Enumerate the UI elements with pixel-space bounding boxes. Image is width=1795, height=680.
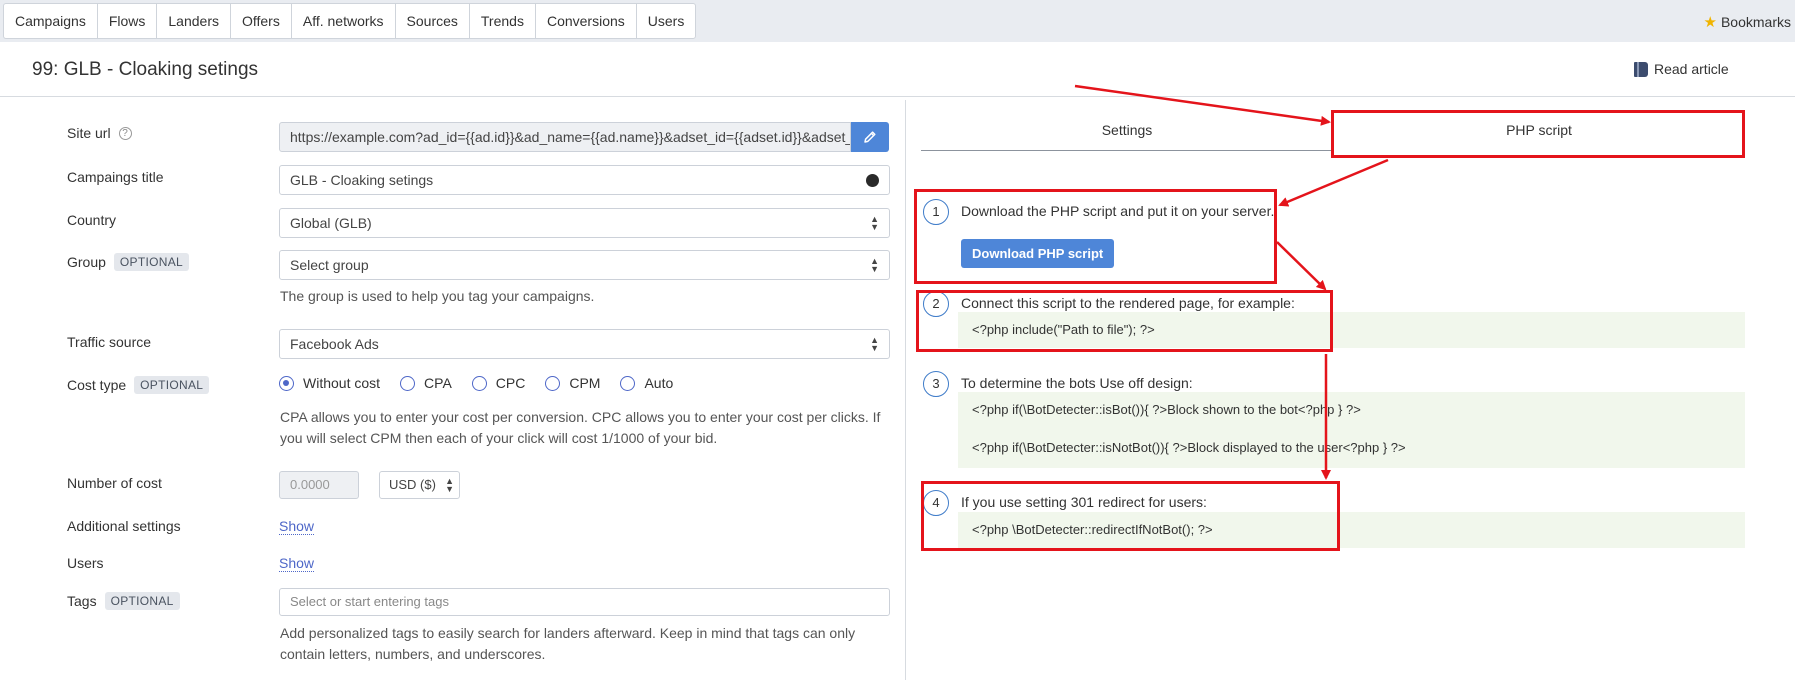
currency-value: USD ($) <box>389 477 436 492</box>
main-nav: Campaigns Flows Landers Offers Aff. netw… <box>3 3 697 39</box>
tags-hint: Add personalized tags to easily search f… <box>280 623 855 665</box>
tags-label-text: Tags <box>67 593 97 609</box>
cost-type-hint-line2: you will select CPM then each of your cl… <box>280 430 718 446</box>
nav-tab-flows[interactable]: Flows <box>96 3 157 39</box>
optional-badge: OPTIONAL <box>113 253 190 271</box>
select-arrows-icon: ▲ ▼ <box>870 214 879 232</box>
radio-label: CPA <box>424 375 452 391</box>
panel-divider <box>905 100 906 680</box>
campaign-title-input[interactable]: GLB - Cloaking setings <box>279 165 890 195</box>
code-line: <?php if(\BotDetecter::isNotBot()){ ?>Bl… <box>972 440 1406 455</box>
bookmarks-label: Bookmarks <box>1720 14 1791 30</box>
radio-cpm[interactable]: CPM <box>545 375 600 391</box>
cost-type-radio-group: Without cost CPA CPC CPM Auto <box>279 375 673 391</box>
radio-icon <box>620 375 636 391</box>
radio-icon <box>545 375 561 391</box>
bookmarks-link[interactable]: ★ Bookmarks <box>1704 13 1791 31</box>
read-article-link[interactable]: Read article <box>1634 61 1729 77</box>
radio-label: Auto <box>644 375 674 391</box>
step-3-text: To determine the bots Use off design: <box>961 375 1193 391</box>
radio-without-cost[interactable]: Without cost <box>279 375 380 391</box>
currency-select[interactable]: USD ($) ▲ ▼ <box>379 471 460 499</box>
country-label: Country <box>67 212 117 228</box>
nav-tab-conversions[interactable]: Conversions <box>534 3 636 39</box>
group-label-text: Group <box>67 254 106 270</box>
code-line: <?php if(\BotDetecter::isBot()){ ?>Block… <box>972 402 1361 417</box>
nav-tab-aff-networks[interactable]: Aff. networks <box>290 3 395 39</box>
radio-cpa[interactable]: CPA <box>400 375 452 391</box>
code-block: <?php if(\BotDetecter::isBot()){ ?>Block… <box>958 392 1745 468</box>
radio-auto[interactable]: Auto <box>620 375 673 391</box>
star-icon: ★ <box>1703 14 1717 31</box>
tags-hint-line2: contain letters, numbers, and underscore… <box>280 646 546 662</box>
help-icon[interactable]: ? <box>118 126 132 140</box>
number-of-cost-input[interactable]: 0.0000 <box>279 471 359 499</box>
page-header: 99: GLB - Cloaking setings Read article <box>0 42 1795 97</box>
traffic-source-select[interactable]: Facebook Ads ▲ ▼ <box>279 329 890 359</box>
page-title: 99: GLB - Cloaking setings <box>32 59 259 80</box>
radio-checked-icon <box>279 375 294 391</box>
nav-tab-offers[interactable]: Offers <box>229 3 291 39</box>
step-number: 3 <box>923 371 949 397</box>
annotation-box-step-4 <box>921 481 1340 551</box>
optional-badge: OPTIONAL <box>134 376 210 394</box>
additional-settings-show-link[interactable]: Show <box>279 518 315 535</box>
number-of-cost-label: Number of cost <box>67 475 162 491</box>
select-arrows-icon: ▲ ▼ <box>445 476 454 494</box>
country-value: Global (GLB) <box>290 215 372 231</box>
radio-label: CPM <box>569 375 601 391</box>
group-label: Group OPTIONAL <box>67 253 190 271</box>
top-navigation-bar: Campaigns Flows Landers Offers Aff. netw… <box>0 0 1795 42</box>
site-url-input[interactable]: https://example.com?ad_id={{ad.id}}&ad_n… <box>279 122 851 152</box>
radio-cpc[interactable]: CPC <box>471 375 526 391</box>
radio-icon <box>471 375 487 391</box>
additional-settings-label: Additional settings <box>67 518 181 534</box>
group-placeholder: Select group <box>290 257 369 273</box>
site-url-label: Site url ? <box>67 125 132 141</box>
campaign-title-value: GLB - Cloaking setings <box>290 172 434 188</box>
traffic-source-label: Traffic source <box>67 334 152 350</box>
users-show-link[interactable]: Show <box>279 555 315 572</box>
read-article-label: Read article <box>1654 61 1729 77</box>
tab-settings[interactable]: Settings <box>921 110 1333 151</box>
select-arrows-icon: ▲ ▼ <box>870 256 879 274</box>
annotation-box-step-2 <box>916 290 1333 352</box>
users-label: Users <box>67 555 104 571</box>
cost-type-hint-line1: CPA allows you to enter your cost per co… <box>280 409 881 425</box>
group-hint: The group is used to help you tag your c… <box>280 288 595 304</box>
nav-tab-landers[interactable]: Landers <box>156 3 230 39</box>
edit-url-button[interactable] <box>851 122 889 152</box>
nav-tab-campaigns[interactable]: Campaigns <box>3 3 97 39</box>
tags-input[interactable]: Select or start entering tags <box>279 588 890 616</box>
campaign-title-label: Campaings title <box>67 169 164 185</box>
pencil-icon <box>864 131 876 143</box>
radio-label: CPC <box>495 375 526 391</box>
tags-hint-line1: Add personalized tags to easily search f… <box>280 625 856 641</box>
radio-icon <box>400 375 416 391</box>
nav-tab-users[interactable]: Users <box>635 3 697 39</box>
select-arrows-icon: ▲ ▼ <box>870 335 879 353</box>
nav-tab-sources[interactable]: Sources <box>394 3 469 39</box>
nav-tab-trends[interactable]: Trends <box>468 3 535 39</box>
country-select[interactable]: Global (GLB) ▲ ▼ <box>279 208 890 238</box>
site-url-label-text: Site url <box>67 125 111 141</box>
group-select[interactable]: Select group ▲ ▼ <box>279 250 890 280</box>
tags-label: Tags OPTIONAL <box>67 592 180 610</box>
cost-type-label-text: Cost type <box>67 377 127 393</box>
annotation-box-step-1 <box>914 189 1277 284</box>
cost-type-hint: CPA allows you to enter your cost per co… <box>280 407 880 449</box>
color-picker-dot[interactable] <box>866 174 879 187</box>
traffic-source-value: Facebook Ads <box>290 336 379 352</box>
radio-label: Without cost <box>303 375 381 391</box>
book-icon <box>1634 61 1648 77</box>
annotation-box-php-tab <box>1331 110 1745 158</box>
cost-type-label: Cost type OPTIONAL <box>67 376 210 394</box>
optional-badge: OPTIONAL <box>104 592 180 610</box>
